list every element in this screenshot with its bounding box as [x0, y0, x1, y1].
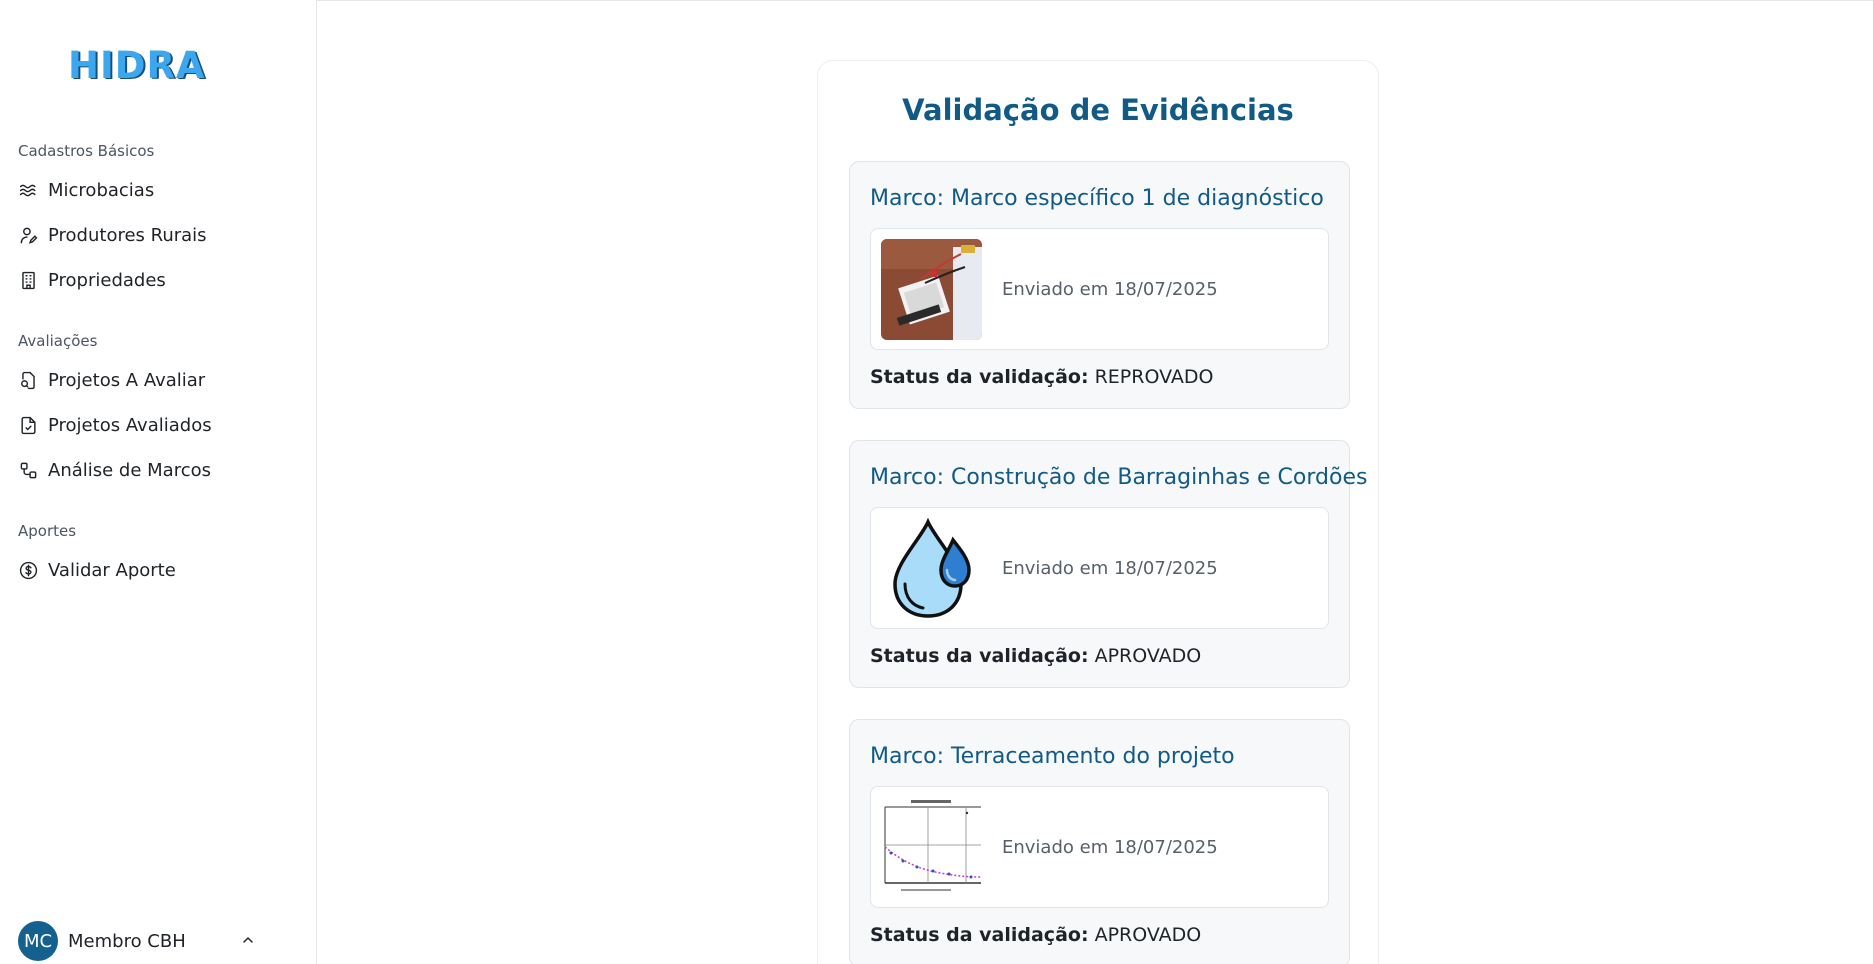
- nav-heading-label: Avaliações: [18, 332, 98, 350]
- dollar-circle-icon: [18, 561, 38, 581]
- validation-status: Status da validação: APROVADO: [870, 924, 1201, 946]
- sidebar-item-analise-de-marcos[interactable]: Análise de Marcos: [18, 460, 211, 481]
- nav-heading-label: Aportes: [18, 522, 77, 540]
- nav-heading-label: Cadastros Básicos: [18, 142, 155, 160]
- building-icon: [18, 271, 38, 291]
- hidra-logo[interactable]: HIDRA: [68, 44, 206, 87]
- sidebar-item-propriedades[interactable]: Propriedades: [18, 270, 166, 291]
- sidebar-item-projetos-avaliados[interactable]: Projetos Avaliados: [18, 415, 212, 436]
- sidebar-item-label: Projetos Avaliados: [48, 415, 212, 436]
- validation-status: Status da validação: APROVADO: [870, 645, 1201, 667]
- workflow-icon: [18, 461, 38, 481]
- sidebar-item-produtores-rurais[interactable]: Produtores Rurais: [18, 225, 207, 246]
- file-search-icon: [18, 371, 38, 391]
- status-value: APROVADO: [1094, 924, 1202, 946]
- evidence-item: Marco: Terraceamento do projeto Enviado …: [849, 719, 1350, 964]
- evidence-thumbnail-photo[interactable]: [881, 239, 982, 340]
- sidebar-item-validar-aporte[interactable]: Validar Aporte: [18, 560, 176, 581]
- file-check-icon: [18, 416, 38, 436]
- evidence-file-box[interactable]: Enviado em 18/07/2025: [870, 786, 1329, 908]
- sidebar-item-microbacias[interactable]: Microbacias: [18, 180, 154, 201]
- evidence-title: Marco: Construção de Barraginhas e Cordõ…: [870, 465, 1368, 490]
- sidebar-item-label: Análise de Marcos: [48, 460, 212, 481]
- sent-date: Enviado em 18/07/2025: [1002, 558, 1218, 579]
- user-pen-icon: [18, 226, 38, 246]
- user-menu[interactable]: MC Membro CBH: [18, 921, 186, 961]
- status-label: Status da validação:: [870, 924, 1089, 946]
- app-root: HIDRA Cadastros Básicos Microbacias Prod…: [0, 0, 1873, 964]
- water-drops-icon[interactable]: [881, 518, 982, 619]
- status-value: APROVADO: [1094, 645, 1202, 667]
- evidence-file-box[interactable]: Enviado em 18/07/2025: [870, 507, 1329, 629]
- status-label: Status da validação:: [870, 645, 1089, 667]
- evidence-file-box[interactable]: Enviado em 18/07/2025: [870, 228, 1329, 350]
- sent-date: Enviado em 18/07/2025: [1002, 837, 1218, 858]
- evidence-validation-card: Validação de Evidências Marco: Marco esp…: [817, 60, 1379, 964]
- sidebar-item-label: Validar Aporte: [48, 560, 176, 581]
- evidence-title: Marco: Marco específico 1 de diagnóstico: [870, 186, 1324, 211]
- avatar: MC: [18, 921, 58, 961]
- sidebar-item-label: Propriedades: [48, 270, 166, 291]
- waves-icon: [18, 181, 38, 201]
- sidebar-item-label: Produtores Rurais: [48, 225, 207, 246]
- evidence-title: Marco: Terraceamento do projeto: [870, 744, 1235, 769]
- sent-date: Enviado em 18/07/2025: [1002, 279, 1218, 300]
- evidence-item: Marco: Construção de Barraginhas e Cordõ…: [849, 440, 1367, 688]
- nav-heading-aportes: Aportes: [18, 522, 76, 540]
- nav-heading-avaliacoes: Avaliações: [18, 332, 97, 350]
- logo-text: HIDRA: [68, 44, 206, 87]
- status-value: REPROVADO: [1094, 366, 1214, 388]
- user-name: Membro CBH: [68, 930, 186, 952]
- sidebar-item-projetos-a-avaliar[interactable]: Projetos A Avaliar: [18, 370, 205, 391]
- nav-heading-cadastros: Cadastros Básicos: [18, 142, 154, 160]
- chevron-up-icon[interactable]: [240, 932, 256, 948]
- sidebar: HIDRA Cadastros Básicos Microbacias Prod…: [0, 0, 317, 964]
- page-title: Validação de Evidências: [902, 93, 1294, 127]
- validation-status: Status da validação: REPROVADO: [870, 366, 1213, 388]
- evidence-thumbnail-plot[interactable]: [881, 797, 982, 898]
- evidence-item: Marco: Marco específico 1 de diagnóstico: [849, 161, 1350, 409]
- sidebar-item-label: Microbacias: [48, 180, 155, 201]
- sidebar-item-label: Projetos A Avaliar: [48, 370, 206, 391]
- status-label: Status da validação:: [870, 366, 1089, 388]
